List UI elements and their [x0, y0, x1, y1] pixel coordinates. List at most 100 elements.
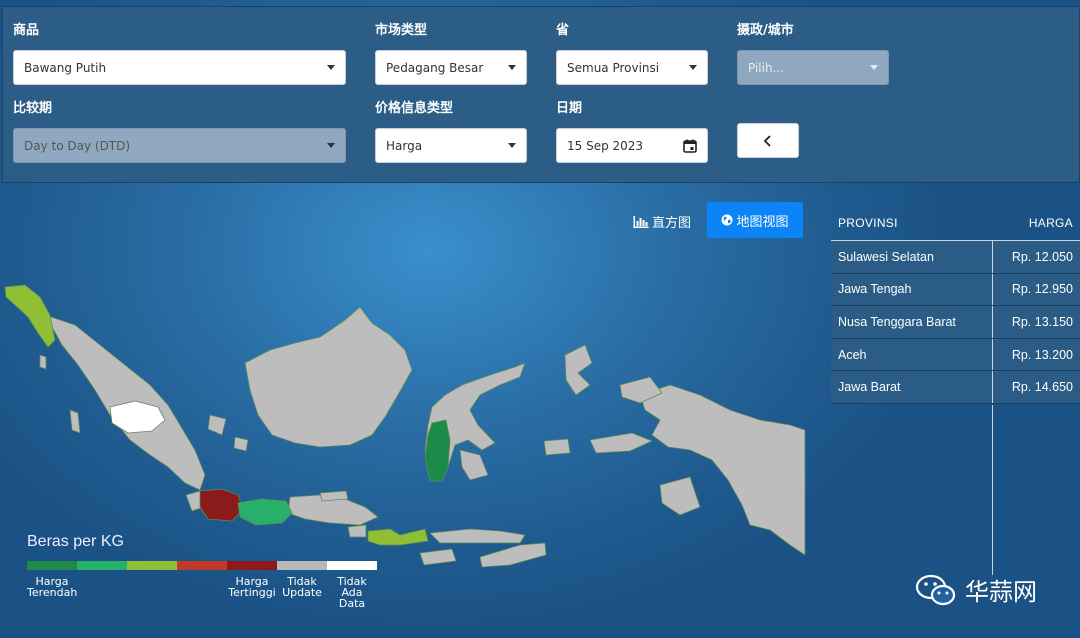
caret-down-icon — [689, 65, 697, 70]
row-province: Aceh — [831, 338, 993, 371]
commodity-value: Bawang Putih — [24, 60, 107, 75]
map-madura[interactable] — [319, 490, 349, 502]
map-bali[interactable] — [347, 524, 367, 538]
province-select[interactable]: Semua Provinsi — [556, 50, 708, 85]
map-sumba[interactable] — [419, 548, 457, 566]
wechat-icon — [915, 574, 956, 605]
legend-title: Beras per KG — [27, 533, 124, 550]
province-filter: 省 Semua Provinsi — [556, 19, 708, 85]
map-papua[interactable] — [639, 384, 806, 556]
calendar-icon[interactable] — [683, 139, 697, 153]
row-province: Jawa Barat — [831, 371, 993, 403]
filter-panel: 商品 Bawang Putih 市场类型 Pedagang Besar 省 Se… — [2, 6, 1080, 183]
row-price: Rp. 13.200 — [1011, 347, 1073, 362]
table-divider-line — [992, 405, 993, 575]
table-header: PROVINSI HARGA — [831, 205, 1080, 241]
comparison-value: Day to Day (DTD) — [24, 138, 131, 153]
legend-label-highest: Harga Tertinggi — [228, 575, 276, 599]
map-view-button[interactable]: 地图视图 — [707, 202, 803, 238]
legend-swatch-4 — [177, 561, 227, 570]
caret-down-icon — [870, 65, 878, 70]
map-buru[interactable] — [543, 438, 571, 456]
histogram-view-button[interactable]: 直方图 — [633, 212, 691, 231]
commodity-select[interactable]: Bawang Putih — [13, 50, 346, 85]
legend-label-lowest: Harga Terendah — [27, 575, 78, 599]
regency-select[interactable]: Pilih... — [737, 50, 889, 85]
date-filter: 日期 15 Sep 2023 — [556, 97, 708, 163]
row-price: Rp. 14.650 — [1011, 380, 1073, 395]
histogram-view-label: 直方图 — [652, 216, 692, 231]
map-timor[interactable] — [479, 542, 547, 568]
row-province: Nusa Tenggara Barat — [831, 306, 993, 338]
comparison-select[interactable]: Day to Day (DTD) — [13, 128, 346, 163]
watermark: 华蒜网 — [915, 572, 1037, 607]
map-seram[interactable] — [589, 432, 653, 454]
regency-placeholder: Pilih... — [748, 60, 785, 75]
table-row[interactable]: Aceh Rp. 13.200 — [831, 338, 1080, 372]
commodity-label: 商品 — [13, 23, 40, 38]
map-mentawai[interactable] — [69, 409, 81, 434]
map-bangka[interactable] — [207, 414, 227, 436]
date-label: 日期 — [556, 101, 583, 116]
table-row[interactable]: Nusa Tenggara Barat Rp. 13.150 — [831, 306, 1080, 339]
legend-swatch-1 — [27, 561, 77, 570]
caret-down-icon — [508, 65, 516, 70]
map-ntb[interactable] — [367, 528, 429, 546]
map-aceh[interactable] — [4, 284, 56, 348]
market-type-filter: 市场类型 Pedagang Besar — [375, 19, 527, 85]
header-province: PROVINSI — [838, 215, 898, 230]
map-view-label: 地图视图 — [736, 214, 789, 230]
comparison-filter: 比较期 Day to Day (DTD) — [13, 97, 346, 163]
globe-icon — [721, 214, 733, 226]
legend-color-bar — [27, 561, 377, 570]
province-value: Semua Provinsi — [567, 60, 660, 75]
row-province: Sulawesi Selatan — [831, 241, 993, 273]
map-central-java[interactable] — [237, 498, 293, 526]
legend-label-no-data: Tidak Ada Data — [337, 575, 367, 610]
chevron-left-icon — [763, 134, 771, 147]
date-input[interactable]: 15 Sep 2023 — [556, 128, 708, 163]
legend-label-no-update: Tidak Update — [282, 575, 322, 599]
regency-filter: 摄政/城市 Pilih... — [737, 19, 889, 85]
date-value: 15 Sep 2023 — [567, 138, 644, 153]
map-halmahera[interactable] — [564, 344, 593, 396]
row-province: Jawa Tengah — [831, 273, 993, 306]
comparison-label: 比较期 — [13, 101, 53, 116]
legend-swatch-5 — [227, 561, 277, 570]
regency-label: 摄政/城市 — [737, 23, 794, 38]
table-row[interactable]: Jawa Tengah Rp. 12.950 — [831, 273, 1080, 307]
price-info-type-label: 价格信息类型 — [375, 101, 454, 116]
market-type-label: 市场类型 — [375, 23, 428, 38]
row-price: Rp. 12.050 — [1011, 249, 1073, 264]
caret-down-icon — [508, 143, 516, 148]
back-button[interactable] — [737, 123, 799, 158]
table-row[interactable]: Jawa Barat Rp. 14.650 — [831, 371, 1080, 404]
price-info-type-select[interactable]: Harga — [375, 128, 527, 163]
map-belitung[interactable] — [233, 436, 249, 452]
legend-swatch-7 — [327, 561, 377, 570]
table-row[interactable]: Sulawesi Selatan Rp. 12.050 — [831, 241, 1080, 274]
map-kalimantan[interactable] — [244, 306, 413, 448]
caret-down-icon — [327, 65, 335, 70]
map-sulawesi-southeast[interactable] — [459, 449, 489, 481]
map-maluku-south[interactable] — [659, 476, 701, 516]
price-table: PROVINSI HARGA Sulawesi Selatan Rp. 12.0… — [831, 205, 1080, 404]
price-info-type-value: Harga — [386, 138, 423, 153]
row-price: Rp. 13.150 — [1011, 314, 1073, 329]
row-price: Rp. 12.950 — [1011, 282, 1073, 297]
price-info-type-filter: 价格信息类型 Harga — [375, 97, 527, 163]
map-nias[interactable] — [39, 354, 47, 370]
header-price: HARGA — [1028, 215, 1073, 230]
watermark-text: 华蒜网 — [965, 578, 1037, 606]
market-type-value: Pedagang Besar — [386, 60, 484, 75]
province-label: 省 — [556, 23, 570, 38]
legend-swatch-3 — [127, 561, 177, 570]
caret-down-icon — [327, 143, 335, 148]
map-west-java[interactable] — [199, 488, 244, 522]
market-type-select[interactable]: Pedagang Besar — [375, 50, 527, 85]
map-sumatra[interactable] — [44, 314, 206, 491]
bar-chart-icon — [633, 215, 649, 228]
map-flores[interactable] — [429, 528, 526, 544]
legend-swatch-6 — [277, 561, 327, 570]
legend-labels: Harga Terendah Harga Tertinggi Tidak Update… — [27, 575, 387, 610]
